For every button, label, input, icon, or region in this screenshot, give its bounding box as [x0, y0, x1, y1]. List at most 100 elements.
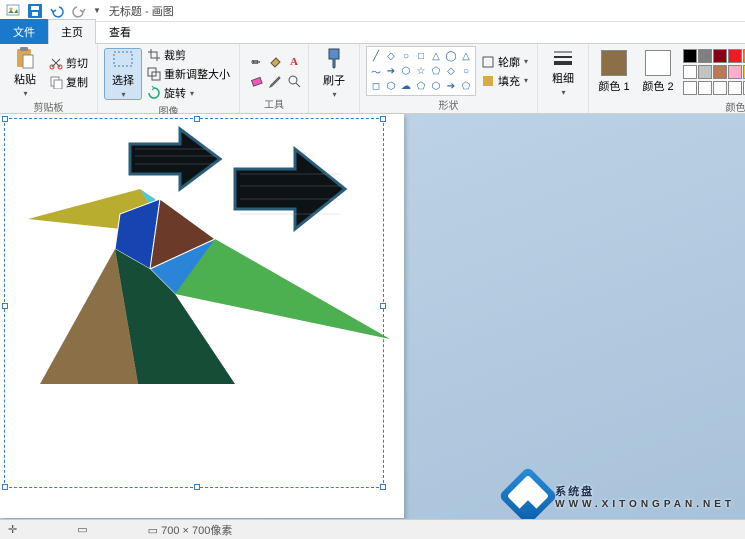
color-swatch[interactable] [683, 49, 697, 63]
color1-swatch [601, 50, 627, 76]
shape-option[interactable]: □ [414, 49, 428, 63]
qat-dropdown-icon[interactable]: ▼ [93, 6, 101, 15]
group-colors: 颜色 1 颜色 2 编辑颜色 颜色 [589, 44, 745, 113]
group-stroke: 粗细▾ [538, 44, 589, 113]
shapes-gallery[interactable]: ╱◇○□△◯△～➔⬡☆⬠◇○◻⬡☁⬠⬡➔⬠ [366, 46, 476, 96]
crop-button[interactable]: 裁剪 [144, 46, 233, 64]
color-palette-row3 [683, 81, 745, 95]
eraser-tool[interactable] [246, 71, 266, 91]
group-clipboard: 粘贴▾ 剪切 复制 剪贴板 [0, 44, 98, 113]
shape-option[interactable]: ⬠ [414, 79, 428, 93]
pencil-tool[interactable]: ✏ [246, 52, 266, 72]
color-palette-row1 [683, 49, 745, 63]
rotate-icon [147, 86, 161, 100]
cut-icon [49, 56, 63, 70]
color-swatch[interactable] [728, 49, 742, 63]
shape-option[interactable]: ～ [369, 64, 383, 78]
save-icon[interactable] [26, 2, 44, 20]
group-colors-label: 颜色 [726, 98, 745, 114]
workspace [0, 114, 745, 519]
shape-option[interactable]: ◇ [384, 49, 398, 63]
color-swatch[interactable] [698, 65, 712, 79]
tab-home[interactable]: 主页 [48, 19, 96, 44]
color-swatch-empty[interactable] [698, 81, 712, 95]
shape-option[interactable]: ➔ [444, 79, 458, 93]
text-tool[interactable]: A [284, 52, 304, 72]
shape-option[interactable]: ☆ [414, 64, 428, 78]
color-palette-row2 [683, 65, 745, 79]
outline-icon [481, 55, 495, 69]
shape-option[interactable]: △ [459, 49, 473, 63]
selection-size-icon: ▭ [77, 523, 87, 536]
group-tools: ✏ A 工具 [240, 44, 309, 113]
shape-option[interactable]: △ [429, 49, 443, 63]
shape-option[interactable]: ◯ [444, 49, 458, 63]
shape-option[interactable]: ⬠ [429, 64, 443, 78]
watermark-logo-icon [498, 466, 557, 525]
rotate-button[interactable]: 旋转▾ [144, 84, 233, 102]
color-swatch[interactable] [683, 65, 697, 79]
tab-view[interactable]: 查看 [96, 19, 144, 44]
group-clipboard-label: 剪贴板 [34, 98, 64, 114]
ribbon-tabs: 文件 主页 查看 [0, 22, 745, 44]
cursor-pos-icon: ✛ [8, 523, 17, 536]
fill-tool[interactable] [265, 52, 285, 72]
group-tools-label: 工具 [264, 95, 284, 111]
select-button[interactable]: 选择▾ [104, 48, 142, 100]
color-swatch-empty[interactable] [713, 81, 727, 95]
window-title: 无标题 - 画图 [109, 3, 174, 19]
stroke-width-button[interactable]: 粗细▾ [544, 47, 582, 99]
shape-option[interactable]: ➔ [384, 64, 398, 78]
brush-button[interactable]: 刷子▾ [315, 47, 353, 99]
zoom-tool[interactable] [284, 71, 304, 91]
shape-option[interactable]: ○ [459, 64, 473, 78]
group-image: 选择▾ 裁剪 重新调整大小 旋转▾ 图像 [98, 44, 240, 113]
shape-option[interactable]: ╱ [369, 49, 383, 63]
paste-button[interactable]: 粘贴▾ [6, 46, 44, 98]
crop-icon [147, 48, 161, 62]
shape-option[interactable]: ☁ [399, 79, 413, 93]
shape-option[interactable]: ◻ [369, 79, 383, 93]
shape-option[interactable]: ◇ [444, 64, 458, 78]
shape-option[interactable]: ⬡ [384, 79, 398, 93]
color2-button[interactable]: 颜色 2 [639, 46, 677, 98]
shape-option[interactable]: ⬡ [399, 64, 413, 78]
picker-tool[interactable] [265, 71, 285, 91]
cut-button[interactable]: 剪切 [46, 54, 91, 72]
fill-icon [481, 74, 495, 88]
group-brushes: 刷子▾ [309, 44, 360, 113]
shape-option[interactable]: ⬠ [459, 79, 473, 93]
canvas-dims: ▭ 700 × 700像素 [148, 522, 233, 538]
redo-icon[interactable] [70, 2, 88, 20]
undo-icon[interactable] [48, 2, 66, 20]
canvas[interactable] [0, 114, 404, 518]
shape-option[interactable]: ○ [399, 49, 413, 63]
app-icon[interactable] [4, 2, 22, 20]
selection-marquee[interactable] [4, 118, 384, 488]
resize-icon [147, 67, 161, 81]
shape-fill-button[interactable]: 填充▾ [478, 72, 531, 90]
color2-swatch [645, 50, 671, 76]
shape-option[interactable]: ⬡ [429, 79, 443, 93]
resize-button[interactable]: 重新调整大小 [144, 65, 233, 83]
tab-file[interactable]: 文件 [0, 19, 48, 44]
paste-icon [14, 46, 36, 69]
paste-label: 粘贴 [14, 71, 36, 87]
status-bar: ✛ ▭ ▭ 700 × 700像素 [0, 519, 745, 539]
color-swatch[interactable] [713, 65, 727, 79]
color-swatch-empty[interactable] [728, 81, 742, 95]
color-swatch-empty[interactable] [683, 81, 697, 95]
color-swatch[interactable] [698, 49, 712, 63]
color-swatch[interactable] [728, 65, 742, 79]
stroke-icon [552, 48, 574, 68]
select-icon [112, 50, 134, 70]
copy-icon [49, 75, 63, 89]
color1-button[interactable]: 颜色 1 [595, 46, 633, 98]
group-shapes: ╱◇○□△◯△～➔⬡☆⬠◇○◻⬡☁⬠⬡➔⬠ 轮廓▾ 填充▾ 形状 [360, 44, 538, 113]
group-shapes-label: 形状 [439, 96, 459, 112]
watermark: 系统盘 WWW.XITONGPAN.NET [507, 475, 735, 517]
color-swatch[interactable] [713, 49, 727, 63]
ribbon: 粘贴▾ 剪切 复制 剪贴板 选择▾ 裁剪 重新调整大小 旋转▾ 图像 [0, 44, 745, 114]
shape-outline-button[interactable]: 轮廓▾ [478, 53, 531, 71]
copy-button[interactable]: 复制 [46, 73, 91, 91]
